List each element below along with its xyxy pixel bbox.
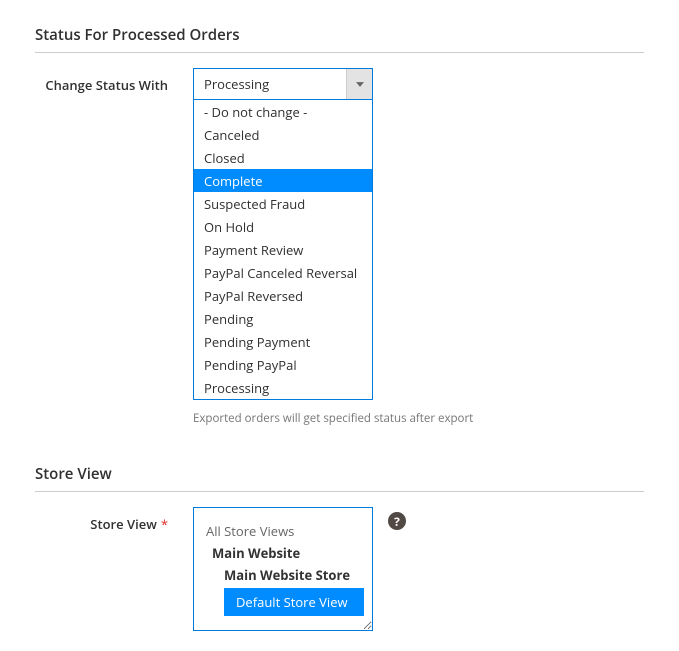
control-change-status: Processing - Do not change -CanceledClos… bbox=[193, 68, 473, 426]
status-option[interactable]: Suspected Fraud bbox=[194, 192, 372, 215]
field-change-status: Change Status With Processing - Do not c… bbox=[35, 68, 644, 426]
status-option[interactable]: Pending Payment bbox=[194, 330, 372, 353]
status-option[interactable]: PayPal Reversed bbox=[194, 284, 372, 307]
store-option-store[interactable]: Main Website Store bbox=[194, 564, 372, 586]
status-option[interactable]: Canceled bbox=[194, 123, 372, 146]
chevron-down-icon bbox=[346, 69, 372, 99]
status-dropdown: - Do not change -CanceledClosedCompleteS… bbox=[193, 100, 373, 400]
section-title-storeview: Store View bbox=[35, 464, 644, 492]
label-change-status: Change Status With bbox=[35, 68, 193, 94]
status-select-value: Processing bbox=[194, 69, 346, 99]
section-title-status: Status For Processed Orders bbox=[35, 25, 644, 53]
store-option-all[interactable]: All Store Views bbox=[194, 520, 372, 542]
status-option[interactable]: Complete bbox=[194, 169, 372, 192]
label-store-view: Store View bbox=[35, 507, 193, 533]
status-help-text: Exported orders will get specified statu… bbox=[193, 411, 473, 426]
status-option[interactable]: Processing bbox=[194, 376, 372, 399]
status-option[interactable]: Closed bbox=[194, 146, 372, 169]
status-option[interactable]: - Do not change - bbox=[194, 100, 372, 123]
store-option-website[interactable]: Main Website bbox=[194, 542, 372, 564]
status-option[interactable]: Pending PayPal bbox=[194, 353, 372, 376]
status-option[interactable]: Payment Review bbox=[194, 238, 372, 261]
control-store-view: All Store Views Main Website Main Websit… bbox=[193, 507, 373, 631]
status-option[interactable]: On Hold bbox=[194, 215, 372, 238]
help-icon[interactable]: ? bbox=[388, 512, 406, 530]
store-view-select[interactable]: All Store Views Main Website Main Websit… bbox=[193, 507, 373, 631]
status-select[interactable]: Processing bbox=[193, 68, 373, 100]
status-option[interactable]: Pending bbox=[194, 307, 372, 330]
field-store-view: Store View All Store Views Main Website … bbox=[35, 507, 644, 631]
store-option-view[interactable]: Default Store View bbox=[224, 588, 364, 616]
status-option[interactable]: PayPal Canceled Reversal bbox=[194, 261, 372, 284]
